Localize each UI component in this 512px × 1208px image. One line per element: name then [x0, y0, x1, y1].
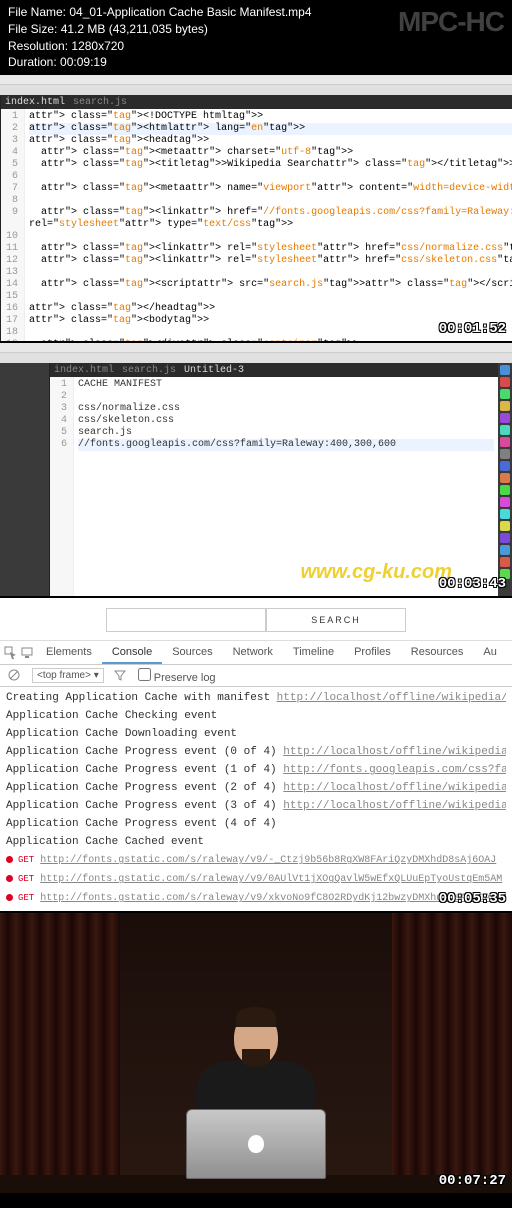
filename-value: 04_01-Application Cache Basic Manifest.m… [69, 5, 311, 19]
dock-app-icon[interactable] [500, 521, 510, 531]
dock-app-icon[interactable] [500, 377, 510, 387]
brackets-menubar [0, 353, 512, 363]
editor-screenshot-2: index.html search.js Untitled-3 123456 C… [0, 343, 512, 596]
inspect-icon[interactable] [4, 646, 18, 660]
timestamp-2: 00:03:43 [439, 576, 506, 592]
console-line: Application Cache Progress event (3 of 4… [6, 797, 506, 815]
dock-app-icon[interactable] [500, 389, 510, 399]
console-line: Application Cache Progress event (1 of 4… [6, 761, 506, 779]
devtools-tab-console[interactable]: Console [102, 642, 162, 664]
search-input[interactable] [106, 608, 266, 632]
devtools-tab-au[interactable]: Au [473, 642, 506, 664]
dock-app-icon[interactable] [500, 509, 510, 519]
duration-label: Duration: [8, 55, 57, 69]
editor-screenshot-1: index.html search.js 123456789 101112131… [0, 75, 512, 341]
wikipedia-search-bar: SEARCH [0, 598, 512, 641]
curtain-right [392, 913, 512, 1193]
search-button[interactable]: SEARCH [266, 608, 406, 632]
dock-app-icon[interactable] [500, 449, 510, 459]
dock-app-icon[interactable] [500, 545, 510, 555]
brackets-menubar [0, 85, 512, 95]
timestamp-4: 00:07:27 [439, 1173, 506, 1189]
line-gutter: 123456789 101112131415161718192021 [1, 109, 25, 341]
filesize-label: File Size: [8, 22, 57, 36]
dock-app-icon[interactable] [500, 365, 510, 375]
filesize-value: 41.2 MB (43,211,035 bytes) [61, 22, 208, 36]
dock-app-icon[interactable] [500, 413, 510, 423]
filename-label: File Name: [8, 5, 66, 19]
file-info-overlay: MPC-HC File Name: 04_01-Application Cach… [0, 0, 512, 75]
curtain-left [0, 913, 120, 1193]
console-line: Application Cache Cached event [6, 833, 506, 851]
devtools-tab-resources[interactable]: Resources [401, 642, 474, 664]
presenter-screenshot: 00:07:27 [0, 913, 512, 1193]
dock-app-icon[interactable] [500, 473, 510, 483]
resolution-label: Resolution: [8, 39, 68, 53]
devtools-screenshot: SEARCH ElementsConsoleSourcesNetworkTime… [0, 598, 512, 911]
tab-bar[interactable]: index.html search.js Untitled-3 [50, 363, 498, 377]
file-sidebar[interactable] [0, 363, 50, 596]
dock-app-icon[interactable] [500, 557, 510, 567]
tab-bar[interactable]: index.html search.js [1, 95, 512, 109]
preserve-log-checkbox[interactable]: Preserve log [138, 668, 216, 684]
frame-selector[interactable]: <top frame> ▾ [32, 668, 104, 683]
console-controls[interactable]: <top frame> ▾ Preserve log [0, 665, 512, 687]
tab-index-html[interactable]: index.html [54, 365, 114, 376]
devtools-tab-timeline[interactable]: Timeline [283, 642, 344, 664]
devtools-tabs[interactable]: ElementsConsoleSourcesNetworkTimelinePro… [0, 641, 512, 665]
clear-console-icon[interactable] [8, 669, 22, 683]
console-line: Application Cache Downloading event [6, 725, 506, 743]
console-get-line: GEThttp://fonts.gstatic.com/s/raleway/v9… [6, 851, 506, 870]
mac-menubar [0, 343, 512, 353]
devtools-tab-sources[interactable]: Sources [162, 642, 222, 664]
devtools-tab-elements[interactable]: Elements [36, 642, 102, 664]
dock-app-icon[interactable] [500, 533, 510, 543]
tab-search-js[interactable]: search.js [73, 97, 127, 108]
console-line: Application Cache Progress event (0 of 4… [6, 743, 506, 761]
dock-app-icon[interactable] [500, 425, 510, 435]
device-icon[interactable] [20, 646, 34, 660]
right-dock [498, 363, 512, 596]
line-gutter: 123456 [50, 377, 74, 596]
dock-app-icon[interactable] [500, 461, 510, 471]
laptop [186, 1109, 326, 1179]
dock-app-icon[interactable] [500, 437, 510, 447]
apple-logo-icon [248, 1135, 264, 1153]
console-get-line: GEThttp://fonts.gstatic.com/s/raleway/v9… [6, 870, 506, 889]
console-output[interactable]: Creating Application Cache with manifest… [0, 687, 512, 910]
dock-app-icon[interactable] [500, 401, 510, 411]
tab-search-js[interactable]: search.js [122, 365, 176, 376]
filter-icon[interactable] [114, 669, 128, 683]
console-line: Creating Application Cache with manifest… [6, 689, 506, 707]
console-line: Application Cache Progress event (2 of 4… [6, 779, 506, 797]
code-editor[interactable]: 123456789 101112131415161718192021 attr"… [1, 109, 512, 341]
watermark: www.cg-ku.com [300, 561, 452, 584]
dock-app-icon[interactable] [500, 497, 510, 507]
console-line: Application Cache Checking event [6, 707, 506, 725]
code-content[interactable]: attr"> class="tag"><!DOCTYPE htmltag">>a… [25, 109, 512, 341]
timestamp-3: 00:05:35 [439, 891, 506, 907]
devtools-tab-profiles[interactable]: Profiles [344, 642, 401, 664]
dock-app-icon[interactable] [500, 485, 510, 495]
timestamp-1: 00:01:52 [439, 321, 506, 337]
tab-untitled-3[interactable]: Untitled-3 [184, 365, 244, 376]
player-logo: MPC-HC [398, 2, 504, 41]
mac-menubar [0, 75, 512, 85]
devtools-tab-network[interactable]: Network [223, 642, 283, 664]
duration-value: 00:09:19 [60, 55, 107, 69]
console-line: Application Cache Progress event (4 of 4… [6, 815, 506, 833]
tab-index-html[interactable]: index.html [5, 97, 65, 108]
console-get-line: GEThttp://fonts.gstatic.com/s/raleway/v9… [6, 889, 506, 908]
resolution-value: 1280x720 [71, 39, 124, 53]
